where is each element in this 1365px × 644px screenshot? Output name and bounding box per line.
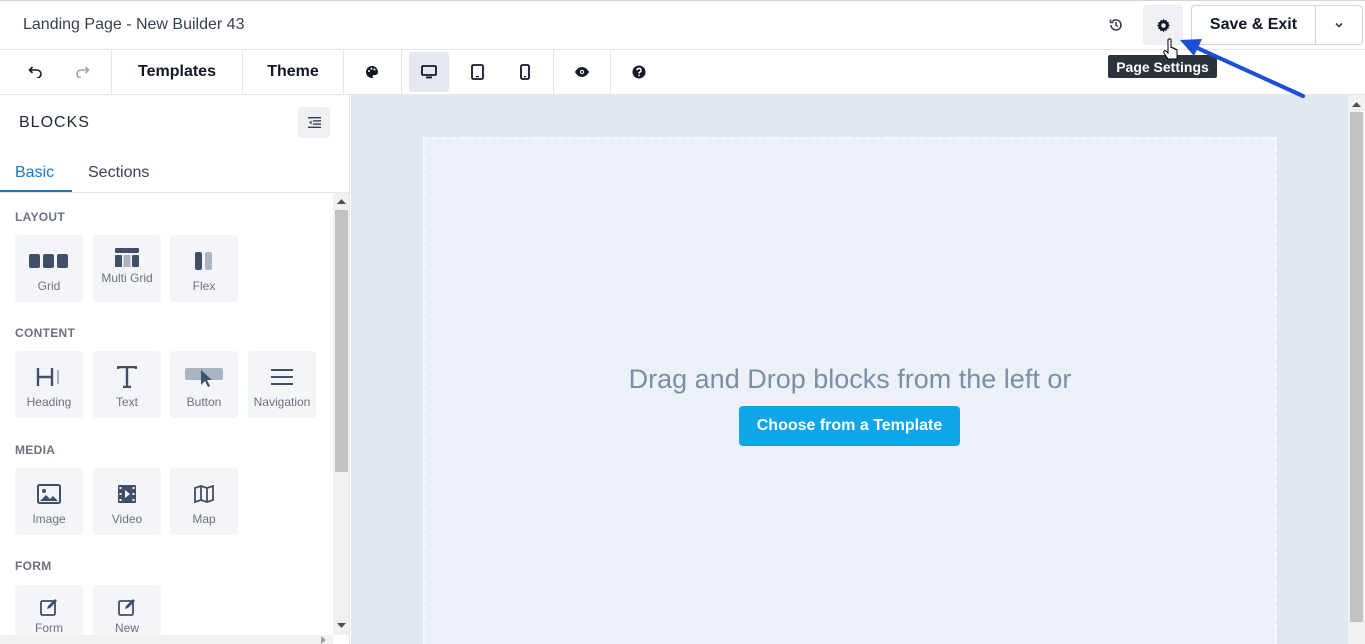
- canvas-scroll-thumb[interactable]: [1350, 112, 1363, 622]
- undo-button[interactable]: [17, 50, 53, 94]
- eye-icon: [575, 67, 589, 77]
- navigation-icon: [248, 361, 316, 393]
- text-icon: [93, 361, 161, 393]
- chevron-down-icon: [1335, 22, 1343, 28]
- toolbar-divider: [401, 50, 402, 94]
- multi-grid-icon: [93, 241, 161, 273]
- theme-button[interactable]: Theme: [243, 50, 343, 94]
- preview-button[interactable]: [562, 50, 602, 94]
- page-canvas: Drag and Drop blocks from the left or Ch…: [351, 95, 1348, 644]
- block-label: Map: [192, 512, 216, 526]
- section-label-layout: LAYOUT: [15, 210, 66, 224]
- mobile-view-button[interactable]: [505, 50, 545, 94]
- new-form-icon: [93, 591, 161, 623]
- choose-template-button[interactable]: Choose from a Template: [739, 406, 960, 446]
- heading-icon: [15, 361, 83, 393]
- desktop-view-button[interactable]: [409, 52, 449, 92]
- toolbar-divider: [610, 50, 611, 94]
- mobile-icon: [520, 64, 530, 80]
- block-label: Navigation: [253, 395, 311, 409]
- toolbar-divider: [343, 50, 344, 94]
- theme-label: Theme: [267, 63, 319, 80]
- save-options-dropdown[interactable]: [1316, 6, 1362, 44]
- grid-icon: [15, 245, 83, 277]
- scroll-up-icon: [1352, 102, 1361, 107]
- tab-basic[interactable]: Basic: [15, 153, 54, 193]
- blocks-sidebar: BLOCKS Basic Sections LAYOUT Grid Multi …: [0, 95, 350, 644]
- block-multi-grid[interactable]: Multi Grid: [93, 235, 161, 302]
- sidebar-scroll-thumb[interactable]: [335, 210, 348, 472]
- block-heading[interactable]: Heading: [15, 351, 83, 418]
- sidebar-scrollbar[interactable]: [333, 193, 349, 635]
- drop-zone[interactable]: Drag and Drop blocks from the left or Ch…: [423, 137, 1277, 644]
- block-image[interactable]: Image: [15, 468, 83, 535]
- builder-app: Landing Page - New Builder 43 Save & Exi…: [0, 0, 1365, 644]
- templates-label: Templates: [138, 63, 216, 80]
- redo-button[interactable]: [65, 50, 101, 94]
- section-label-form: FORM: [15, 559, 52, 573]
- scroll-right-icon: [321, 636, 326, 644]
- desktop-icon: [421, 65, 437, 79]
- active-tab-indicator: [0, 190, 72, 192]
- save-exit-button[interactable]: Save & Exit: [1192, 6, 1316, 44]
- block-label: Image: [32, 512, 66, 526]
- help-button[interactable]: [619, 50, 659, 94]
- help-icon: [632, 65, 646, 79]
- block-text[interactable]: Text: [93, 351, 161, 418]
- block-label: Heading: [26, 395, 72, 409]
- video-icon: [93, 478, 161, 510]
- block-button[interactable]: Button: [170, 351, 238, 418]
- section-label-content: CONTENT: [15, 326, 76, 340]
- style-palette-button[interactable]: [352, 50, 392, 94]
- block-flex[interactable]: Flex: [170, 235, 238, 302]
- blocks-title: BLOCKS: [19, 114, 90, 131]
- section-label-media: MEDIA: [15, 443, 56, 457]
- history-button[interactable]: [1100, 9, 1132, 41]
- block-label: Form: [35, 621, 63, 635]
- collapse-sidebar-button[interactable]: [298, 107, 330, 138]
- sidebar-horizontal-scrollbar[interactable]: [0, 635, 333, 644]
- block-label: Button: [186, 395, 222, 409]
- palette-icon: [366, 66, 378, 78]
- flex-icon: [170, 245, 238, 277]
- tablet-icon: [470, 64, 484, 80]
- tablet-view-button[interactable]: [457, 50, 497, 94]
- canvas-scrollbar[interactable]: [1348, 95, 1365, 644]
- block-map[interactable]: Map: [170, 468, 238, 535]
- block-label: New: [114, 621, 139, 635]
- scroll-down-icon: [337, 623, 346, 628]
- form-icon: [15, 591, 83, 623]
- block-label: Flex: [192, 279, 216, 293]
- button-icon: [170, 361, 238, 393]
- page-settings-tooltip: Page Settings: [1108, 55, 1217, 78]
- blocks-tabs: Basic Sections: [0, 153, 349, 193]
- block-navigation[interactable]: Navigation: [248, 351, 316, 418]
- page-title: Landing Page - New Builder 43: [23, 16, 245, 33]
- map-icon: [170, 478, 238, 510]
- block-new-form[interactable]: New: [93, 585, 161, 635]
- scroll-up-icon: [337, 199, 346, 204]
- blocks-list: LAYOUT Grid Multi Grid Flex CONTENT Head…: [0, 193, 333, 635]
- gear-icon: [1156, 18, 1170, 32]
- image-icon: [15, 478, 83, 510]
- block-video[interactable]: Video: [93, 468, 161, 535]
- save-button-group: Save & Exit: [1191, 5, 1363, 45]
- block-label: Text: [115, 395, 138, 409]
- block-label: Multi Grid: [101, 271, 153, 285]
- top-bar: Landing Page - New Builder 43 Save & Exi…: [0, 0, 1365, 50]
- block-label: Grid: [37, 279, 61, 293]
- block-label: Video: [111, 512, 143, 526]
- undo-icon: [28, 66, 42, 78]
- collapse-icon: [307, 117, 321, 128]
- toolbar-divider: [553, 50, 554, 94]
- tab-sections[interactable]: Sections: [88, 153, 149, 193]
- drop-hint-text: Drag and Drop blocks from the left or: [628, 364, 1072, 394]
- block-grid[interactable]: Grid: [15, 235, 83, 302]
- templates-button[interactable]: Templates: [112, 50, 242, 94]
- history-icon: [1109, 19, 1122, 31]
- redo-icon: [76, 66, 90, 78]
- block-form[interactable]: Form: [15, 585, 83, 635]
- page-settings-button[interactable]: [1143, 5, 1183, 45]
